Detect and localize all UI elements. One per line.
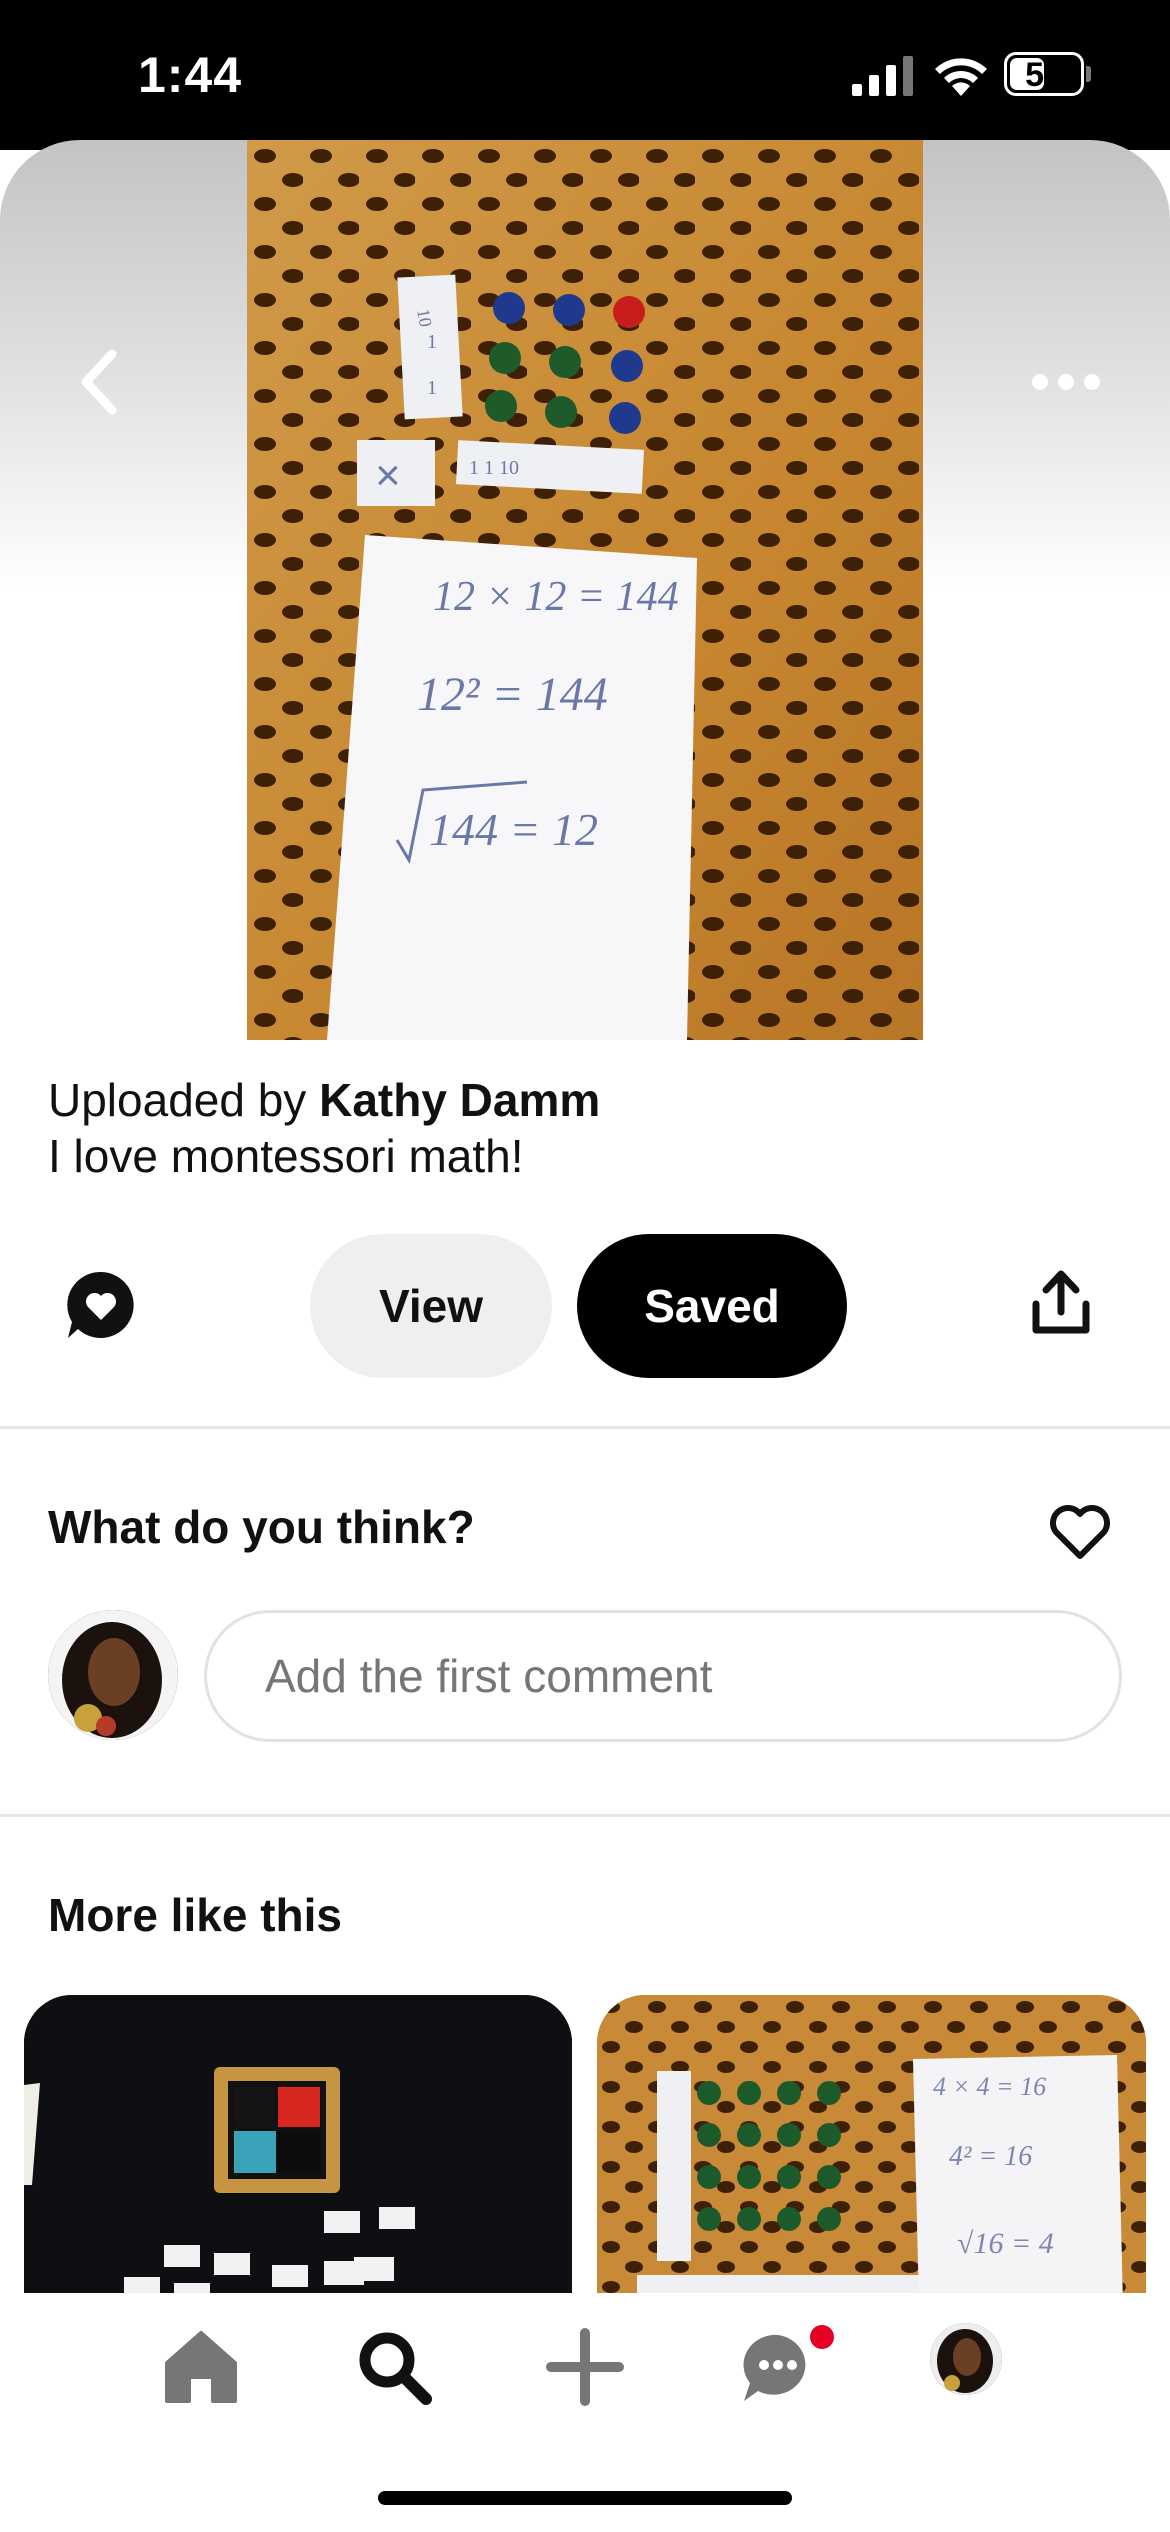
- divider: [0, 1814, 1170, 1817]
- pin-description: I love montessori math!: [48, 1130, 524, 1182]
- svg-text:1: 1: [427, 331, 437, 353]
- related-pin-image: 4 × 4 = 16 4² = 16 √16 = 4: [597, 1995, 1146, 2305]
- uploader-name[interactable]: Kathy Damm: [319, 1074, 600, 1126]
- related-pin-card[interactable]: [24, 1995, 572, 2305]
- messages-tab[interactable]: [738, 2325, 834, 2407]
- svg-text:1: 1: [427, 377, 437, 399]
- cellular-signal-icon: [852, 56, 913, 96]
- search-icon: [359, 2332, 432, 2405]
- home-icon: [165, 2331, 237, 2403]
- chat-bubble-icon: [743, 2334, 806, 2401]
- svg-text:×: ×: [375, 451, 401, 500]
- user-avatar[interactable]: [48, 1610, 178, 1740]
- related-pin-card[interactable]: 4 × 4 = 16 4² = 16 √16 = 4: [597, 1995, 1146, 2305]
- pin-image[interactable]: 10 1 1 × 1 1 10 12 × 12 = 144 12² = 144 …: [247, 140, 923, 1040]
- create-tab[interactable]: [545, 2327, 625, 2407]
- uploaded-by-text: Uploaded by Kathy Damm: [48, 1072, 600, 1128]
- svg-text:4² = 16: 4² = 16: [949, 2141, 1032, 2172]
- heart-icon[interactable]: [1048, 1504, 1112, 1562]
- svg-text:144 = 12: 144 = 12: [429, 804, 598, 855]
- related-pin-image: [24, 1995, 572, 2305]
- notification-badge: [810, 2325, 834, 2349]
- comment-input[interactable]: Add the first comment: [204, 1610, 1122, 1742]
- more-options-icon[interactable]: [1030, 362, 1102, 402]
- svg-text:10: 10: [413, 307, 436, 328]
- search-tab[interactable]: [354, 2327, 434, 2407]
- svg-text:12 × 12 = 144: 12 × 12 = 144: [433, 574, 679, 620]
- battery-indicator: 50: [1004, 52, 1094, 98]
- more-like-this-heading: More like this: [48, 1889, 342, 1941]
- svg-text:12² = 144: 12² = 144: [417, 668, 608, 721]
- divider: [0, 1426, 1170, 1429]
- bottom-tab-bar: [0, 2293, 1170, 2532]
- status-time: 1:44: [138, 47, 243, 103]
- status-bar: 1:44 50: [0, 0, 1170, 150]
- wifi-icon: [935, 58, 987, 96]
- svg-text:√16 = 4: √16 = 4: [957, 2227, 1054, 2260]
- back-arrow-icon[interactable]: [68, 340, 132, 424]
- share-icon[interactable]: [1032, 1270, 1090, 1336]
- svg-text:1 1 10: 1 1 10: [469, 457, 519, 479]
- home-tab[interactable]: [161, 2327, 241, 2407]
- profile-tab[interactable]: [930, 2323, 1002, 2395]
- uploaded-by-prefix: Uploaded by: [48, 1074, 320, 1126]
- svg-text:4 × 4 = 16: 4 × 4 = 16: [933, 2072, 1046, 2101]
- home-indicator: [378, 2491, 792, 2505]
- battery-level: 50: [1025, 56, 1063, 94]
- comments-heading: What do you think?: [48, 1501, 475, 1553]
- react-heart-bubble-icon[interactable]: [64, 1268, 138, 1342]
- plus-icon: [546, 2328, 624, 2406]
- avatar: [930, 2323, 1002, 2395]
- view-button[interactable]: View: [310, 1234, 552, 1378]
- pin-hero: 10 1 1 × 1 1 10 12 × 12 = 144 12² = 144 …: [0, 140, 1170, 1040]
- saved-button[interactable]: Saved: [577, 1234, 847, 1378]
